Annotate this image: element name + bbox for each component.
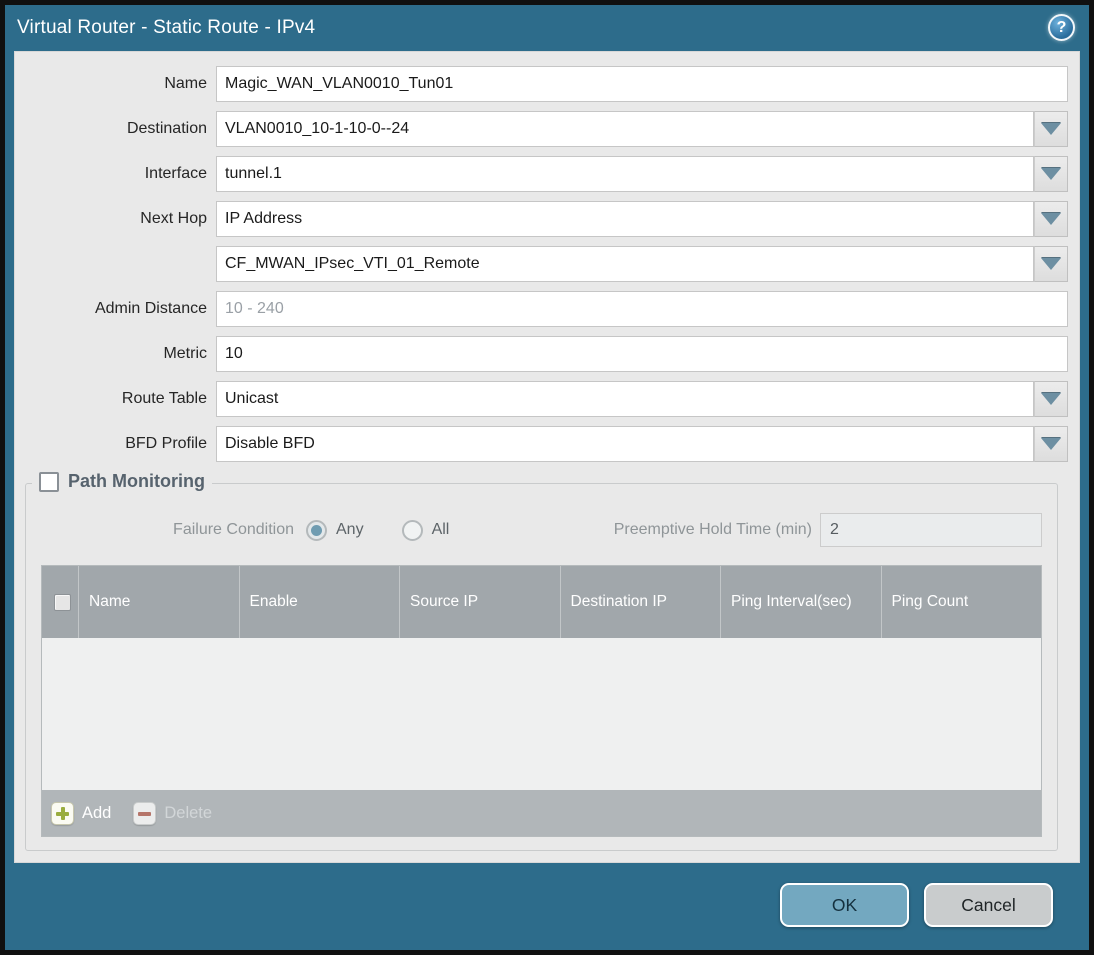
destination-input[interactable] bbox=[216, 111, 1034, 147]
table-toolbar: Add Delete bbox=[42, 790, 1041, 836]
column-header-source-ip[interactable]: Source IP bbox=[399, 566, 560, 638]
form-row-admin-distance: Admin Distance bbox=[15, 291, 1068, 327]
failure-condition-label: Failure Condition bbox=[173, 521, 294, 538]
dialog-footer: OK Cancel bbox=[5, 863, 1089, 947]
minus-icon bbox=[133, 801, 157, 825]
route-table-input[interactable] bbox=[216, 381, 1034, 417]
name-label: Name bbox=[164, 75, 207, 92]
plus-icon bbox=[51, 801, 74, 825]
radio-any[interactable] bbox=[306, 519, 327, 541]
admin-distance-input[interactable] bbox=[216, 291, 1068, 327]
dialog-body: Name Destination Interface Next Hop bbox=[14, 51, 1080, 863]
add-button[interactable]: Add bbox=[51, 801, 112, 825]
dialog-title: Virtual Router - Static Route - IPv4 bbox=[17, 17, 316, 38]
next-hop-address-dropdown-button[interactable] bbox=[1034, 246, 1068, 282]
route-table-dropdown-button[interactable] bbox=[1034, 381, 1068, 417]
static-route-dialog: Virtual Router - Static Route - IPv4 ? N… bbox=[0, 0, 1094, 955]
path-monitoring-checkbox[interactable] bbox=[39, 471, 59, 492]
column-header-ping-interval[interactable]: Ping Interval(sec) bbox=[720, 566, 881, 638]
failure-condition-row: Failure Condition Any All Preemptive Hol… bbox=[41, 513, 1042, 547]
select-all-checkbox[interactable] bbox=[53, 593, 71, 611]
next-hop-dropdown-button[interactable] bbox=[1034, 201, 1068, 237]
form-row-bfd-profile: BFD Profile bbox=[15, 426, 1068, 462]
table-header-checkbox-cell bbox=[42, 566, 78, 638]
delete-button-label: Delete bbox=[164, 803, 213, 822]
destination-dropdown-button[interactable] bbox=[1034, 111, 1068, 147]
route-table-label: Route Table bbox=[121, 390, 207, 407]
interface-input[interactable] bbox=[216, 156, 1034, 192]
chevron-down-icon bbox=[1041, 258, 1061, 270]
chevron-down-icon bbox=[1041, 123, 1061, 135]
name-input[interactable] bbox=[216, 66, 1068, 102]
destination-label: Destination bbox=[126, 120, 207, 137]
metric-input[interactable] bbox=[216, 336, 1068, 372]
bfd-profile-input[interactable] bbox=[216, 426, 1034, 462]
path-monitoring-legend: Path Monitoring bbox=[32, 471, 212, 492]
table-body-empty bbox=[42, 638, 1041, 790]
path-monitoring-group: Path Monitoring Failure Condition Any Al… bbox=[25, 471, 1058, 851]
metric-label: Metric bbox=[163, 345, 207, 362]
cancel-button[interactable]: Cancel bbox=[924, 883, 1053, 927]
bfd-profile-label: BFD Profile bbox=[125, 435, 207, 452]
form-row-destination: Destination bbox=[15, 111, 1068, 147]
column-header-ping-count[interactable]: Ping Count bbox=[880, 566, 1042, 638]
next-hop-type-input[interactable] bbox=[216, 201, 1034, 237]
path-monitoring-table: Name Enable Source IP Destination IP Pin… bbox=[41, 565, 1042, 837]
chevron-down-icon bbox=[1041, 168, 1061, 180]
table-header-row: Name Enable Source IP Destination IP Pin… bbox=[42, 566, 1041, 638]
form-row-metric: Metric bbox=[15, 336, 1068, 372]
help-icon[interactable]: ? bbox=[1048, 14, 1075, 41]
next-hop-label: Next Hop bbox=[140, 210, 207, 227]
next-hop-address-input[interactable] bbox=[216, 246, 1034, 282]
interface-dropdown-button[interactable] bbox=[1034, 156, 1068, 192]
preemptive-hold-time-label: Preemptive Hold Time (min) bbox=[613, 521, 812, 538]
interface-label: Interface bbox=[144, 165, 207, 182]
path-monitoring-title: Path Monitoring bbox=[68, 471, 205, 491]
failure-condition-option-all[interactable]: All bbox=[401, 519, 450, 541]
form-row-route-table: Route Table bbox=[15, 381, 1068, 417]
ok-button[interactable]: OK bbox=[780, 883, 909, 927]
column-header-name[interactable]: Name bbox=[78, 566, 239, 638]
radio-all[interactable] bbox=[401, 519, 423, 541]
chevron-down-icon bbox=[1041, 213, 1061, 225]
delete-button[interactable]: Delete bbox=[133, 801, 213, 825]
failure-condition-option-any[interactable]: Any bbox=[306, 519, 364, 541]
column-header-enable[interactable]: Enable bbox=[238, 566, 400, 638]
chevron-down-icon bbox=[1041, 393, 1061, 405]
form-row-next-hop-address bbox=[15, 246, 1068, 282]
radio-any-label: Any bbox=[336, 521, 364, 538]
admin-distance-label: Admin Distance bbox=[94, 300, 207, 317]
radio-all-label: All bbox=[431, 521, 450, 538]
bfd-profile-dropdown-button[interactable] bbox=[1034, 426, 1068, 462]
form-row-next-hop: Next Hop bbox=[15, 201, 1068, 237]
add-button-label: Add bbox=[82, 803, 112, 822]
form-row-name: Name bbox=[15, 66, 1068, 102]
chevron-down-icon bbox=[1041, 438, 1061, 450]
column-header-destination-ip[interactable]: Destination IP bbox=[559, 566, 721, 638]
dialog-titlebar: Virtual Router - Static Route - IPv4 ? bbox=[5, 5, 1089, 51]
preemptive-hold-time-input[interactable] bbox=[820, 513, 1042, 547]
form-row-interface: Interface bbox=[15, 156, 1068, 192]
